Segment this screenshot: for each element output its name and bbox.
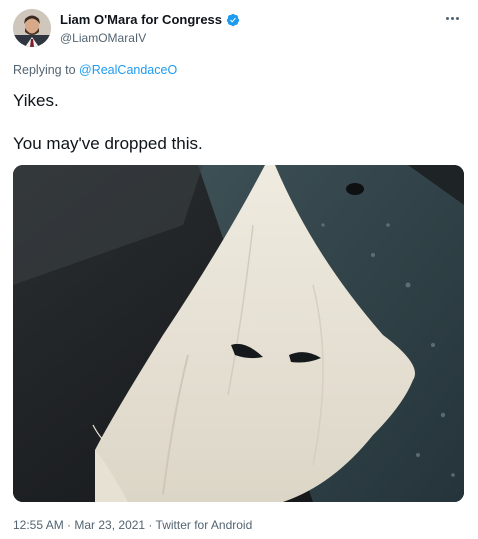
tweet-date[interactable]: Mar 23, 2021	[74, 518, 145, 532]
author-name-row: Liam O'Mara for Congress	[60, 12, 240, 28]
more-horizontal-icon[interactable]	[442, 10, 462, 26]
tweet-text-line-1: Yikes.	[13, 91, 59, 110]
replying-to: Replying to @RealCandaceO	[13, 63, 177, 77]
tweet-media-photo[interactable]	[13, 165, 464, 502]
tweet-author: Liam O'Mara for Congress @LiamOMaraIV	[60, 12, 240, 46]
meta-separator: ·	[63, 518, 75, 532]
tweet-time[interactable]: 12:55 AM	[13, 518, 64, 532]
tweet-meta: 12:55 AM · Mar 23, 2021 · Twitter for An…	[13, 518, 252, 532]
meta-separator: ·	[145, 518, 156, 532]
photo-white-hood	[13, 165, 464, 502]
author-name[interactable]: Liam O'Mara for Congress	[60, 12, 222, 28]
tweet-source: Twitter for Android	[155, 518, 253, 532]
avatar[interactable]	[13, 9, 51, 47]
author-handle[interactable]: @LiamOMaraIV	[60, 30, 240, 46]
tweet-text-line-2: You may've dropped this.	[13, 134, 203, 153]
more-dot	[445, 16, 449, 20]
replying-prefix: Replying to	[13, 63, 80, 77]
more-dot	[450, 16, 454, 20]
verified-badge-icon	[226, 13, 240, 27]
reply-mention-link[interactable]: @RealCandaceO	[79, 63, 177, 77]
more-dot	[455, 16, 459, 20]
